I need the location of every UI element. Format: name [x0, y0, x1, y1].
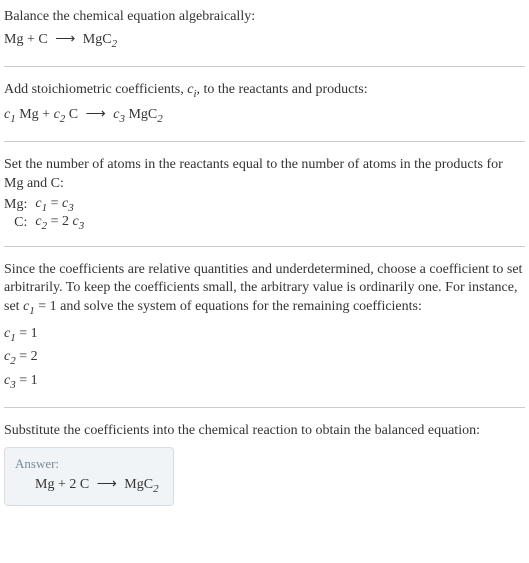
text-part: = 1 and solve the system of equations fo…	[35, 299, 422, 314]
problem-intro: Balance the chemical equation algebraica…	[4, 8, 525, 27]
solution-line: c2 = 2	[4, 346, 525, 369]
equals-sign: =	[47, 196, 62, 211]
equals-2: = 2	[47, 214, 72, 229]
answer-label: Answer:	[15, 456, 159, 472]
balanced-equation: Mg + 2 C ⟶ MgC2	[15, 476, 159, 495]
c3-sub: 3	[68, 202, 74, 214]
divider	[4, 141, 525, 142]
arrow-icon: ⟶	[52, 32, 79, 47]
value: = 1	[16, 326, 38, 341]
section-problem: Balance the chemical equation algebraica…	[4, 8, 525, 52]
table-row: C: c2 = 2 c3	[4, 214, 84, 232]
value: = 1	[16, 373, 38, 388]
c3-sub: 3	[79, 220, 85, 232]
section-answer: Substitute the coefficients into the che…	[4, 422, 525, 506]
stoich-intro: Add stoichiometric coefficients, ci, to …	[4, 81, 525, 102]
mg-balance-eq: c1 = c3	[35, 196, 84, 214]
divider	[4, 66, 525, 67]
answer-intro: Substitute the coefficients into the che…	[4, 422, 525, 441]
plus-sign: +	[39, 107, 54, 122]
divider	[4, 407, 525, 408]
value: = 2	[16, 349, 38, 364]
element-label-c: C:	[4, 214, 35, 232]
balance-intro: Set the number of atoms in the reactants…	[4, 156, 525, 194]
solve-intro: Since the coefficients are relative quan…	[4, 261, 525, 319]
answer-box: Answer: Mg + 2 C ⟶ MgC2	[4, 447, 174, 506]
subscript-2: 2	[157, 113, 163, 125]
element-label-mg: Mg:	[4, 196, 35, 214]
solution-line: c1 = 1	[4, 323, 525, 346]
table-row: Mg: c1 = c3	[4, 196, 84, 214]
product-mgc: MgC	[83, 32, 112, 47]
balance-table: Mg: c1 = c3 C: c2 = 2 c3	[4, 196, 84, 232]
section-solve: Since the coefficients are relative quan…	[4, 261, 525, 393]
plus-2: + 2	[54, 477, 79, 492]
mgc-term: MgC	[125, 107, 157, 122]
section-stoichiometric: Add stoichiometric coefficients, ci, to …	[4, 81, 525, 127]
coef-equation: c1 Mg + c2 C ⟶ c3 MgC2	[4, 104, 525, 127]
solution-line: c3 = 1	[4, 370, 525, 393]
c-term: C	[65, 107, 78, 122]
plus-sign: +	[23, 32, 38, 47]
reactant-mg: Mg	[35, 477, 54, 492]
c-balance-eq: c2 = 2 c3	[35, 214, 84, 232]
reactant-mg: Mg	[4, 32, 23, 47]
subscript-2: 2	[112, 38, 118, 50]
solution-list: c1 = 1 c2 = 2 c3 = 1	[4, 323, 525, 393]
product-mgc: MgC	[124, 477, 153, 492]
mg-term: Mg	[16, 107, 39, 122]
divider	[4, 246, 525, 247]
text-part: , to the reactants and products:	[197, 82, 368, 97]
reactant-c: C	[38, 32, 47, 47]
subscript-2: 2	[153, 483, 159, 495]
reactant-c: C	[80, 477, 89, 492]
unbalanced-equation: Mg + C ⟶ MgC2	[4, 29, 525, 52]
text-part: Add stoichiometric coefficients,	[4, 82, 187, 97]
arrow-icon: ⟶	[82, 107, 109, 122]
section-atom-balance: Set the number of atoms in the reactants…	[4, 156, 525, 231]
arrow-icon: ⟶	[93, 477, 120, 492]
